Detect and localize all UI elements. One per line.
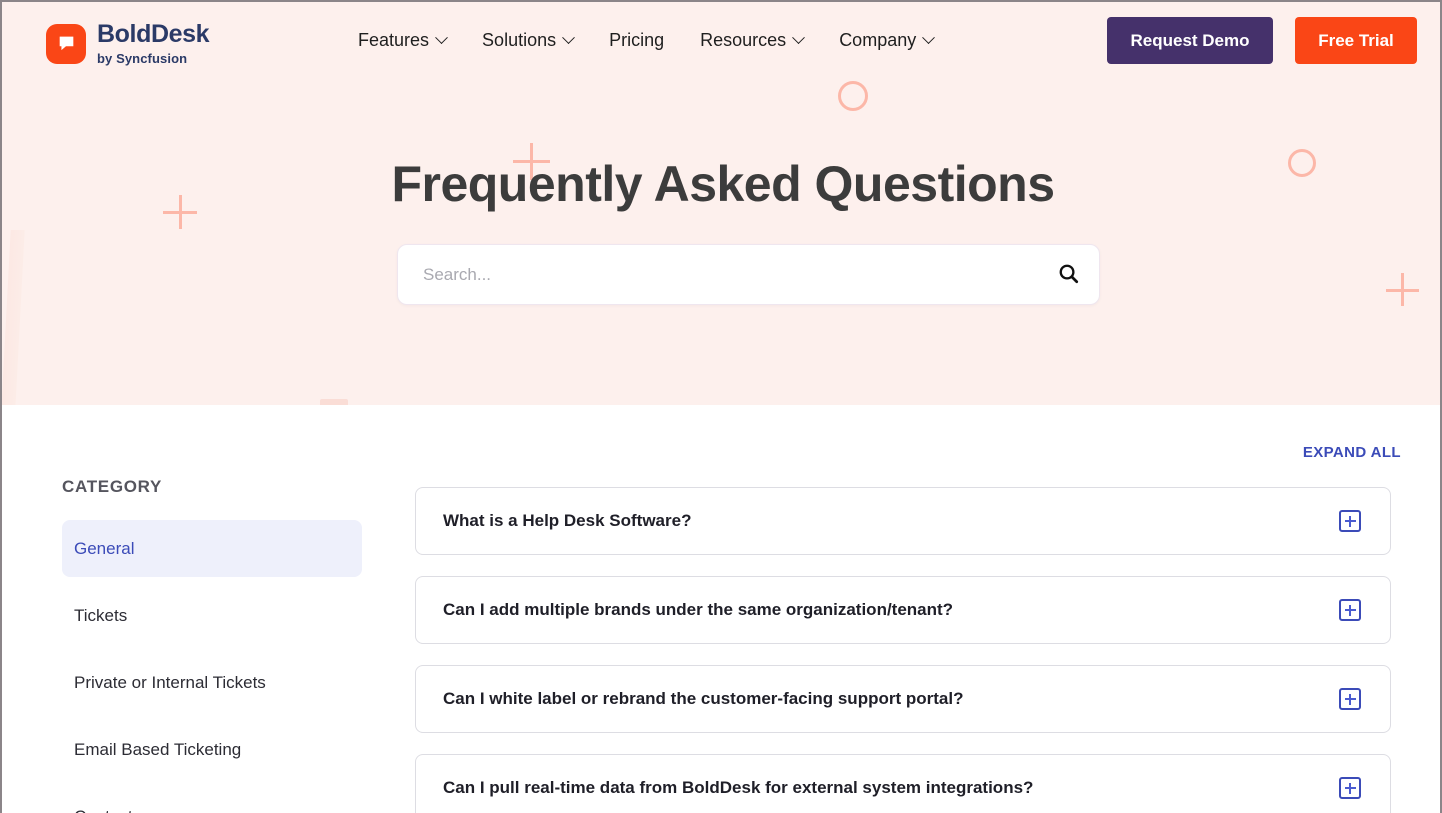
page-root: Frequently Asked Questions Search... Bol…	[0, 0, 1442, 813]
sidebar-label-email-based-ticketing: Email Based Ticketing	[74, 739, 242, 759]
free-trial-button[interactable]: Free Trial	[1295, 17, 1417, 64]
request-demo-button[interactable]: Request Demo	[1107, 17, 1273, 64]
chevron-down-icon	[922, 31, 936, 45]
faq-content: EXPAND ALL CATEGORY General Tickets Priv…	[2, 405, 1440, 813]
faq-question: Can I add multiple brands under the same…	[443, 600, 954, 619]
nav-item-features[interactable]: Features	[358, 30, 448, 51]
sidebar-label-general: General	[74, 538, 135, 558]
category-sidebar: CATEGORY General Tickets Private or Inte…	[62, 477, 362, 813]
sidebar-label-tickets: Tickets	[74, 605, 128, 625]
logo-tagline: by Syncfusion	[97, 51, 188, 66]
search-input[interactable]	[398, 245, 1037, 304]
nav-label-pricing: Pricing	[609, 30, 665, 50]
search-icon	[1057, 262, 1080, 288]
sidebar-item-contacts[interactable]: Contacts	[62, 788, 362, 813]
faq-item[interactable]: Can I white label or rebrand the custome…	[415, 665, 1391, 733]
sidebar-item-general[interactable]: General	[62, 520, 362, 577]
nav-label-features: Features	[358, 30, 430, 50]
plus-square-icon[interactable]	[1339, 510, 1361, 532]
faq-item[interactable]: Can I pull real-time data from BoldDesk …	[415, 754, 1391, 813]
decor-slab-left	[2, 230, 25, 405]
search-box[interactable]	[397, 244, 1100, 305]
header-actions: Request Demo Free Trial	[1107, 17, 1417, 64]
faq-item[interactable]: Can I add multiple brands under the same…	[415, 576, 1391, 644]
plus-square-icon[interactable]	[1339, 599, 1361, 621]
sidebar-item-private-internal-tickets[interactable]: Private or Internal Tickets	[62, 654, 362, 711]
faq-item[interactable]: What is a Help Desk Software?	[415, 487, 1391, 555]
chevron-down-icon	[435, 31, 448, 45]
main-navigation: Features Solutions Pricing Resources Com…	[358, 30, 936, 51]
search-button[interactable]	[1037, 245, 1099, 304]
nav-item-resources[interactable]: Resources	[700, 30, 806, 51]
logo-title: BoldDesk	[97, 20, 210, 48]
sidebar-label-private-internal-tickets: Private or Internal Tickets	[74, 672, 266, 692]
decor-circle-top	[838, 81, 868, 111]
nav-item-solutions[interactable]: Solutions	[482, 30, 575, 51]
expand-all-link[interactable]: EXPAND ALL	[1303, 444, 1401, 461]
nav-item-company[interactable]: Company	[839, 30, 936, 51]
nav-label-company: Company	[839, 30, 917, 50]
chevron-down-icon	[562, 31, 575, 45]
chat-bubble-icon	[46, 23, 86, 64]
sidebar-label-contacts: Contacts	[74, 807, 141, 813]
logo[interactable]: BoldDesk by Syncfusion	[46, 20, 210, 66]
sidebar-item-tickets[interactable]: Tickets	[62, 587, 362, 644]
chevron-down-icon	[792, 31, 806, 45]
nav-label-solutions: Solutions	[482, 30, 557, 50]
faq-question: Can I white label or rebrand the custome…	[443, 689, 964, 708]
nav-label-resources: Resources	[700, 30, 787, 50]
site-header: BoldDesk by Syncfusion Features Solution…	[2, 2, 1440, 80]
plus-square-icon[interactable]	[1339, 777, 1361, 799]
faq-accordion: What is a Help Desk Software? Can I add …	[415, 487, 1391, 813]
category-heading: CATEGORY	[62, 477, 163, 496]
faq-question: Can I pull real-time data from BoldDesk …	[443, 778, 1034, 797]
page-title: Frequently Asked Questions	[391, 156, 1055, 212]
nav-item-pricing[interactable]: Pricing	[609, 30, 664, 51]
faq-question: What is a Help Desk Software?	[443, 511, 692, 530]
sidebar-item-email-based-ticketing[interactable]: Email Based Ticketing	[62, 721, 362, 778]
plus-square-icon[interactable]	[1339, 688, 1361, 710]
